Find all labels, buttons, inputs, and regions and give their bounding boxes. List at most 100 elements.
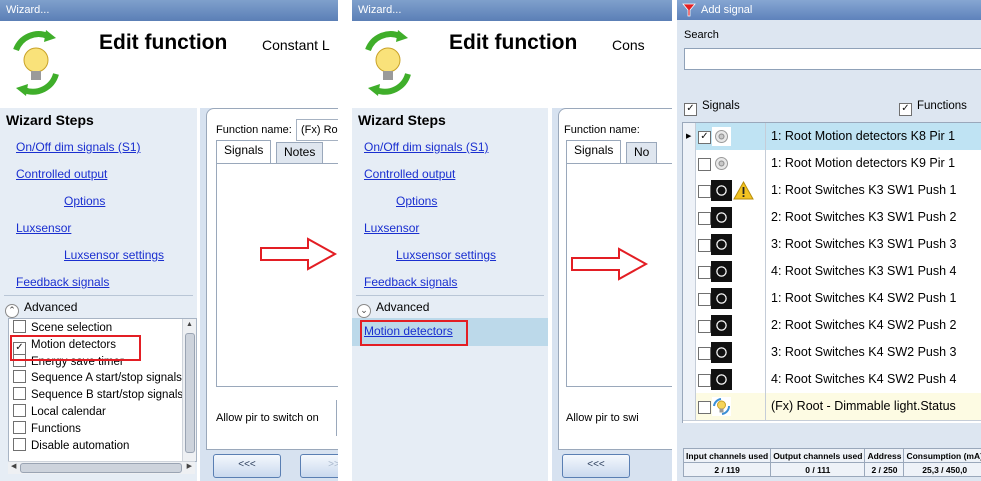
advanced-option-label: Sequence A start/stop signals	[31, 372, 182, 385]
signal-row[interactable]: 4: Root Switches K3 SW1 Push 4	[683, 258, 981, 286]
row-checkbox[interactable]	[698, 401, 711, 414]
row-checkbox[interactable]	[698, 347, 711, 360]
row-selector[interactable]	[683, 285, 696, 312]
row-selector[interactable]	[683, 231, 696, 258]
scrollbar-thumb[interactable]	[185, 333, 195, 453]
advanced-label: Advanced	[24, 300, 78, 314]
function-name-input[interactable]: (Fx) Ro	[296, 119, 338, 141]
right-arrow-icon	[260, 237, 338, 271]
allow-pir-label: Allow pir to switch on	[216, 412, 319, 424]
signal-row[interactable]: (Fx) Root - Dimmable light.Status	[683, 393, 981, 421]
signal-row[interactable]: 2: Root Switches K3 SW1 Push 2	[683, 204, 981, 232]
row-selector[interactable]	[683, 204, 696, 231]
signal-row[interactable]: 2: Root Switches K4 SW2 Push 2	[683, 312, 981, 340]
stats-value-output: 0 / 111	[770, 462, 866, 477]
push-button-icon	[711, 207, 732, 228]
checkbox[interactable]	[13, 420, 26, 434]
step-on-off-dim-signals[interactable]: On/Off dim signals (S1)	[16, 140, 141, 154]
lightbulb-logo-icon	[13, 30, 59, 96]
step-options[interactable]: Options	[396, 194, 437, 208]
wizard-panel-1: Wizard... Edit function Constant L Wizar…	[0, 0, 338, 481]
functions-filter-checkbox[interactable]: ✓ Functions	[899, 100, 967, 116]
advanced-toggle[interactable]: ⌃ Advanced	[5, 298, 78, 318]
vertical-scrollbar[interactable]: ▲	[182, 319, 196, 461]
checkbox[interactable]	[13, 437, 26, 451]
signal-row[interactable]: ▶ ✓ 1: Root Motion detectors K8 Pir 1	[683, 123, 981, 151]
checkbox[interactable]	[13, 403, 26, 417]
signal-row[interactable]: 3: Root Switches K4 SW2 Push 3	[683, 339, 981, 367]
next-button[interactable]: >>	[300, 454, 338, 478]
row-selector[interactable]	[683, 150, 696, 177]
step-luxsensor-settings[interactable]: Luxsensor settings	[396, 248, 496, 262]
add-signal-panel: Add signal Search ✓ Signals ✓ Functions ▶ ✓…	[677, 0, 981, 481]
row-selector[interactable]	[683, 312, 696, 339]
row-selector[interactable]	[683, 339, 696, 366]
step-feedback-signals[interactable]: Feedback signals	[364, 275, 457, 289]
row-checkbox[interactable]: ✓	[698, 131, 711, 144]
row-checkbox[interactable]	[698, 293, 711, 306]
tab-notes[interactable]: No	[626, 142, 658, 163]
push-button-icon	[711, 342, 732, 363]
signal-row[interactable]: 4: Root Switches K4 SW2 Push 4	[683, 366, 981, 394]
tab-notes[interactable]: Notes	[276, 142, 324, 163]
step-luxsensor[interactable]: Luxsensor	[16, 221, 71, 235]
advanced-option-item[interactable]: Sequence A start/stop signals	[9, 370, 183, 387]
advanced-option-item[interactable]: Disable automation	[9, 437, 183, 455]
row-selector[interactable]	[683, 393, 696, 420]
page-title: Edit function	[449, 31, 578, 54]
step-controlled-output[interactable]: Controlled output	[364, 167, 455, 181]
step-options[interactable]: Options	[64, 194, 105, 208]
row-selector[interactable]	[683, 177, 696, 204]
step-on-off-dim-signals[interactable]: On/Off dim signals (S1)	[364, 140, 489, 154]
step-feedback-signals[interactable]: Feedback signals	[16, 275, 109, 289]
checkbox[interactable]	[13, 320, 26, 333]
signal-row[interactable]: 1: Root Motion detectors K9 Pir 1	[683, 150, 981, 178]
checkbox[interactable]	[13, 387, 26, 401]
row-checkbox[interactable]	[698, 320, 711, 333]
back-button[interactable]: <<<	[562, 454, 630, 478]
wizard-panel-2: Wizard... Edit function Cons Wizard Step…	[352, 0, 672, 481]
row-checkbox[interactable]	[698, 374, 711, 387]
window-title: Add signal	[701, 4, 753, 16]
signal-row[interactable]: 3: Root Switches K3 SW1 Push 3	[683, 231, 981, 259]
signal-label: 1: Root Motion detectors K8 Pir 1	[771, 129, 956, 143]
row-selector[interactable]: ▶	[683, 123, 696, 150]
signal-row[interactable]: 1: Root Switches K3 SW1 Push 1	[683, 177, 981, 205]
tab-signals[interactable]: Signals	[566, 140, 622, 163]
push-button-icon	[711, 288, 732, 309]
scrollbar-thumb[interactable]	[20, 463, 182, 473]
stats-header-address: Address	[864, 448, 905, 463]
advanced-toggle[interactable]: ⌄ Advanced	[357, 298, 429, 318]
row-checkbox[interactable]	[698, 158, 711, 171]
row-selector[interactable]	[683, 258, 696, 285]
window-title: Wizard...	[358, 4, 402, 16]
step-controlled-output[interactable]: Controlled output	[16, 167, 107, 181]
pir-sensor-icon	[712, 154, 731, 173]
row-checkbox[interactable]	[698, 212, 711, 225]
stats-header-input: Input channels used	[682, 448, 772, 463]
row-checkbox[interactable]	[698, 239, 711, 252]
functions-filter-label: Functions	[917, 100, 967, 112]
signal-row[interactable]: 1: Root Switches K4 SW2 Push 1	[683, 285, 981, 313]
search-input[interactable]	[684, 48, 981, 70]
signal-label: 1: Root Switches K4 SW2 Push 1	[771, 291, 957, 305]
push-button-icon	[711, 369, 732, 390]
tab-signals[interactable]: Signals	[216, 140, 272, 163]
row-checkbox[interactable]	[698, 185, 711, 198]
allow-pir-field[interactable]	[336, 400, 338, 436]
signal-label: (Fx) Root - Dimmable light.Status	[771, 399, 956, 413]
checkbox[interactable]	[13, 370, 26, 384]
horizontal-scrollbar[interactable]: ◀ ▶	[8, 461, 195, 474]
signals-filter-checkbox[interactable]: ✓ Signals	[684, 100, 740, 116]
push-button-icon	[711, 261, 732, 282]
row-checkbox[interactable]	[698, 266, 711, 279]
chevron-up-icon: ⌃	[5, 304, 19, 318]
row-selector[interactable]	[683, 366, 696, 393]
step-luxsensor-settings[interactable]: Luxsensor settings	[64, 248, 164, 262]
advanced-option-item[interactable]: Functions	[9, 420, 183, 438]
advanced-option-item[interactable]: Local calendar	[9, 403, 183, 421]
advanced-option-item[interactable]: Sequence B start/stop signals	[9, 387, 183, 404]
step-luxsensor[interactable]: Luxsensor	[364, 221, 419, 235]
signals-list	[216, 163, 338, 387]
back-button[interactable]: <<<	[213, 454, 281, 478]
